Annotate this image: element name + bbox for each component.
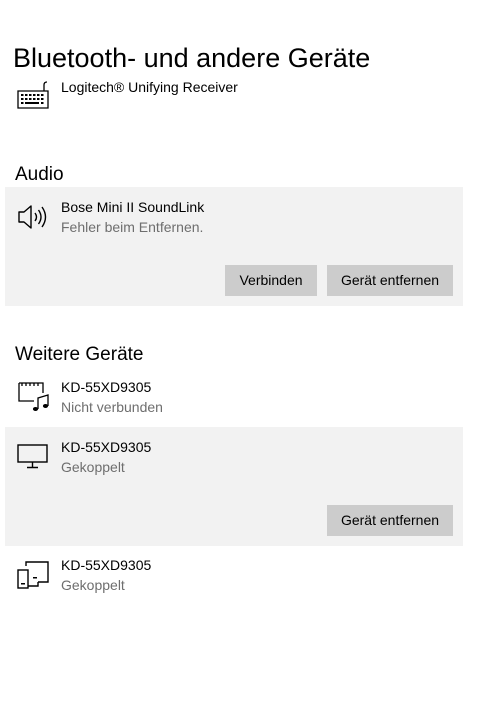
section-heading-other-devices: Weitere Geräte	[15, 344, 144, 365]
section-heading-audio: Audio	[15, 164, 64, 185]
connect-button[interactable]: Verbinden	[225, 265, 317, 296]
monitor-icon	[16, 439, 50, 473]
speaker-icon	[16, 200, 50, 234]
device-name: Bose Mini II SoundLink	[61, 199, 205, 215]
device-status: Nicht verbunden	[61, 399, 163, 415]
device-name: KD-55XD9305	[61, 379, 152, 395]
device-item-kd55-devices[interactable]: KD-55XD9305 Gekoppelt	[5, 550, 463, 602]
keyboard-icon	[16, 80, 50, 114]
media-device-icon	[16, 379, 50, 413]
remove-device-button[interactable]: Gerät entfernen	[327, 505, 453, 536]
device-item-kd55-monitor[interactable]: KD-55XD9305 Gekoppelt Gerät entfernen	[5, 427, 463, 546]
device-name: KD-55XD9305	[61, 439, 152, 455]
device-name: Logitech® Unifying Receiver	[61, 79, 238, 95]
devices-icon	[16, 558, 50, 592]
device-item-bose-soundlink[interactable]: Bose Mini II SoundLink Fehler beim Entfe…	[5, 187, 463, 306]
device-item-kd55-media[interactable]: KD-55XD9305 Nicht verbunden	[5, 371, 463, 423]
device-item-logitech-receiver[interactable]: Logitech® Unifying Receiver	[0, 74, 481, 114]
device-status: Gekoppelt	[61, 459, 125, 475]
device-name: KD-55XD9305	[61, 557, 152, 573]
page-title: Bluetooth- und andere Geräte	[13, 43, 371, 73]
remove-device-button[interactable]: Gerät entfernen	[327, 265, 453, 296]
device-status: Fehler beim Entfernen.	[61, 219, 204, 235]
device-status: Gekoppelt	[61, 577, 125, 593]
